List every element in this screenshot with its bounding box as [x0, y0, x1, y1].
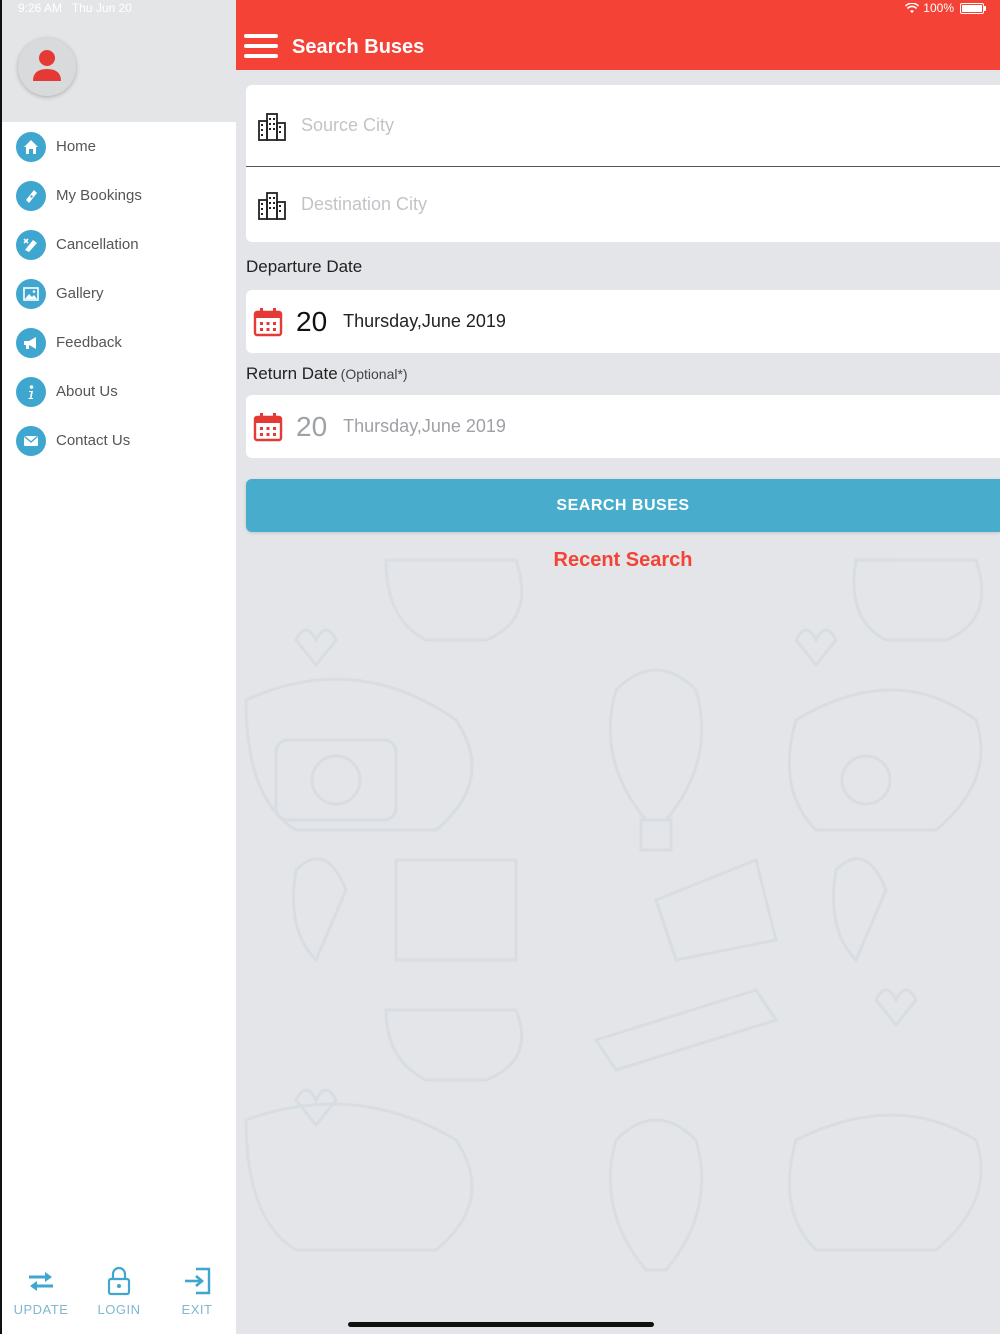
sidebar-item-home[interactable]: Home	[2, 122, 236, 171]
sidebar-item-label: Home	[56, 138, 97, 155]
sidebar-item-gallery[interactable]: Gallery	[2, 269, 236, 318]
top-app-bar: Search Buses	[236, 0, 1000, 70]
login-label: LOGIN	[97, 1302, 141, 1317]
sidebar-item-label: My Bookings	[56, 187, 142, 204]
sidebar-item-label: Feedback	[56, 334, 122, 351]
return-date-picker[interactable]: 20 Thursday,June 2019	[246, 395, 1000, 458]
departure-date-text: Thursday,June 2019	[343, 311, 506, 331]
departure-date-label: Departure Date	[246, 257, 362, 277]
destination-city-input[interactable]	[299, 193, 903, 216]
gallery-icon	[16, 278, 46, 309]
return-optional-text: (Optional*)	[340, 366, 408, 382]
update-label: UPDATE	[13, 1302, 69, 1317]
city-card	[246, 85, 1000, 242]
drawer-footer: UPDATE LOGIN EXIT	[2, 1264, 236, 1334]
departure-label-text: Departure Date	[246, 257, 363, 276]
update-button[interactable]: UPDATE	[6, 1264, 76, 1317]
building-icon	[258, 112, 286, 141]
calendar-icon	[253, 307, 283, 336]
sidebar-item-feedback[interactable]: Feedback	[2, 318, 236, 367]
sidebar-item-my-bookings[interactable]: My Bookings	[2, 171, 236, 220]
user-icon	[33, 50, 61, 81]
swap-arrows-icon	[25, 1264, 57, 1298]
main-content: Search Buses Source City Destination Cit…	[236, 0, 1000, 1334]
departure-day: 20	[296, 305, 328, 337]
battery-icon	[960, 2, 986, 14]
exit-button[interactable]: EXIT	[162, 1264, 232, 1317]
megaphone-icon	[16, 327, 46, 358]
return-label-text: Return Date	[246, 364, 338, 383]
exit-icon	[182, 1264, 212, 1298]
status-bar-left: 9:26 AM Thu Jun 20	[18, 0, 132, 16]
search-buses-button[interactable]: SEARCH BUSES	[246, 479, 1000, 532]
drawer-header	[2, 0, 236, 122]
side-drawer: Home My Bookings Cancellation Gallery Fe…	[0, 0, 236, 1334]
battery-percent: 100%	[923, 1, 954, 15]
sidebar-item-contact-us[interactable]: Contact Us	[2, 416, 236, 465]
lock-icon	[106, 1264, 132, 1298]
building-icon	[258, 191, 286, 220]
sidebar-item-label: About Us	[56, 383, 118, 400]
status-bar-right: 100%	[905, 0, 986, 16]
login-button[interactable]: LOGIN	[84, 1264, 154, 1317]
wifi-icon	[905, 2, 920, 13]
menu-icon[interactable]	[244, 34, 278, 62]
home-indicator[interactable]	[348, 1322, 654, 1327]
status-time: 9:26 AM	[18, 1, 63, 15]
calendar-icon	[253, 412, 283, 441]
source-city-input[interactable]	[299, 114, 903, 137]
page-title: Search Buses	[292, 36, 425, 58]
contact-icon	[16, 425, 46, 456]
return-date-label: Return Date (Optional*)	[246, 364, 408, 384]
return-day: 20	[296, 410, 328, 442]
drawer-menu: Home My Bookings Cancellation Gallery Fe…	[2, 122, 236, 465]
return-date-text: Thursday,June 2019	[343, 416, 506, 436]
status-date: Thu Jun 20	[71, 1, 132, 15]
sidebar-item-label: Cancellation	[56, 236, 139, 253]
ticket-icon	[16, 180, 46, 211]
cancel-icon	[16, 229, 46, 260]
exit-label: EXIT	[181, 1302, 213, 1317]
source-city-row	[246, 85, 1000, 167]
sidebar-item-label: Contact Us	[56, 432, 131, 449]
departure-date-picker[interactable]: 20 Thursday,June 2019	[246, 290, 1000, 353]
recent-search-link[interactable]: Recent Search	[246, 549, 1000, 572]
avatar[interactable]	[18, 38, 76, 96]
sidebar-item-label: Gallery	[56, 285, 104, 302]
home-icon	[16, 131, 46, 162]
info-icon	[16, 376, 46, 407]
sidebar-item-cancellation[interactable]: Cancellation	[2, 220, 236, 269]
sidebar-item-about-us[interactable]: About Us	[2, 367, 236, 416]
destination-city-row	[246, 167, 1000, 242]
